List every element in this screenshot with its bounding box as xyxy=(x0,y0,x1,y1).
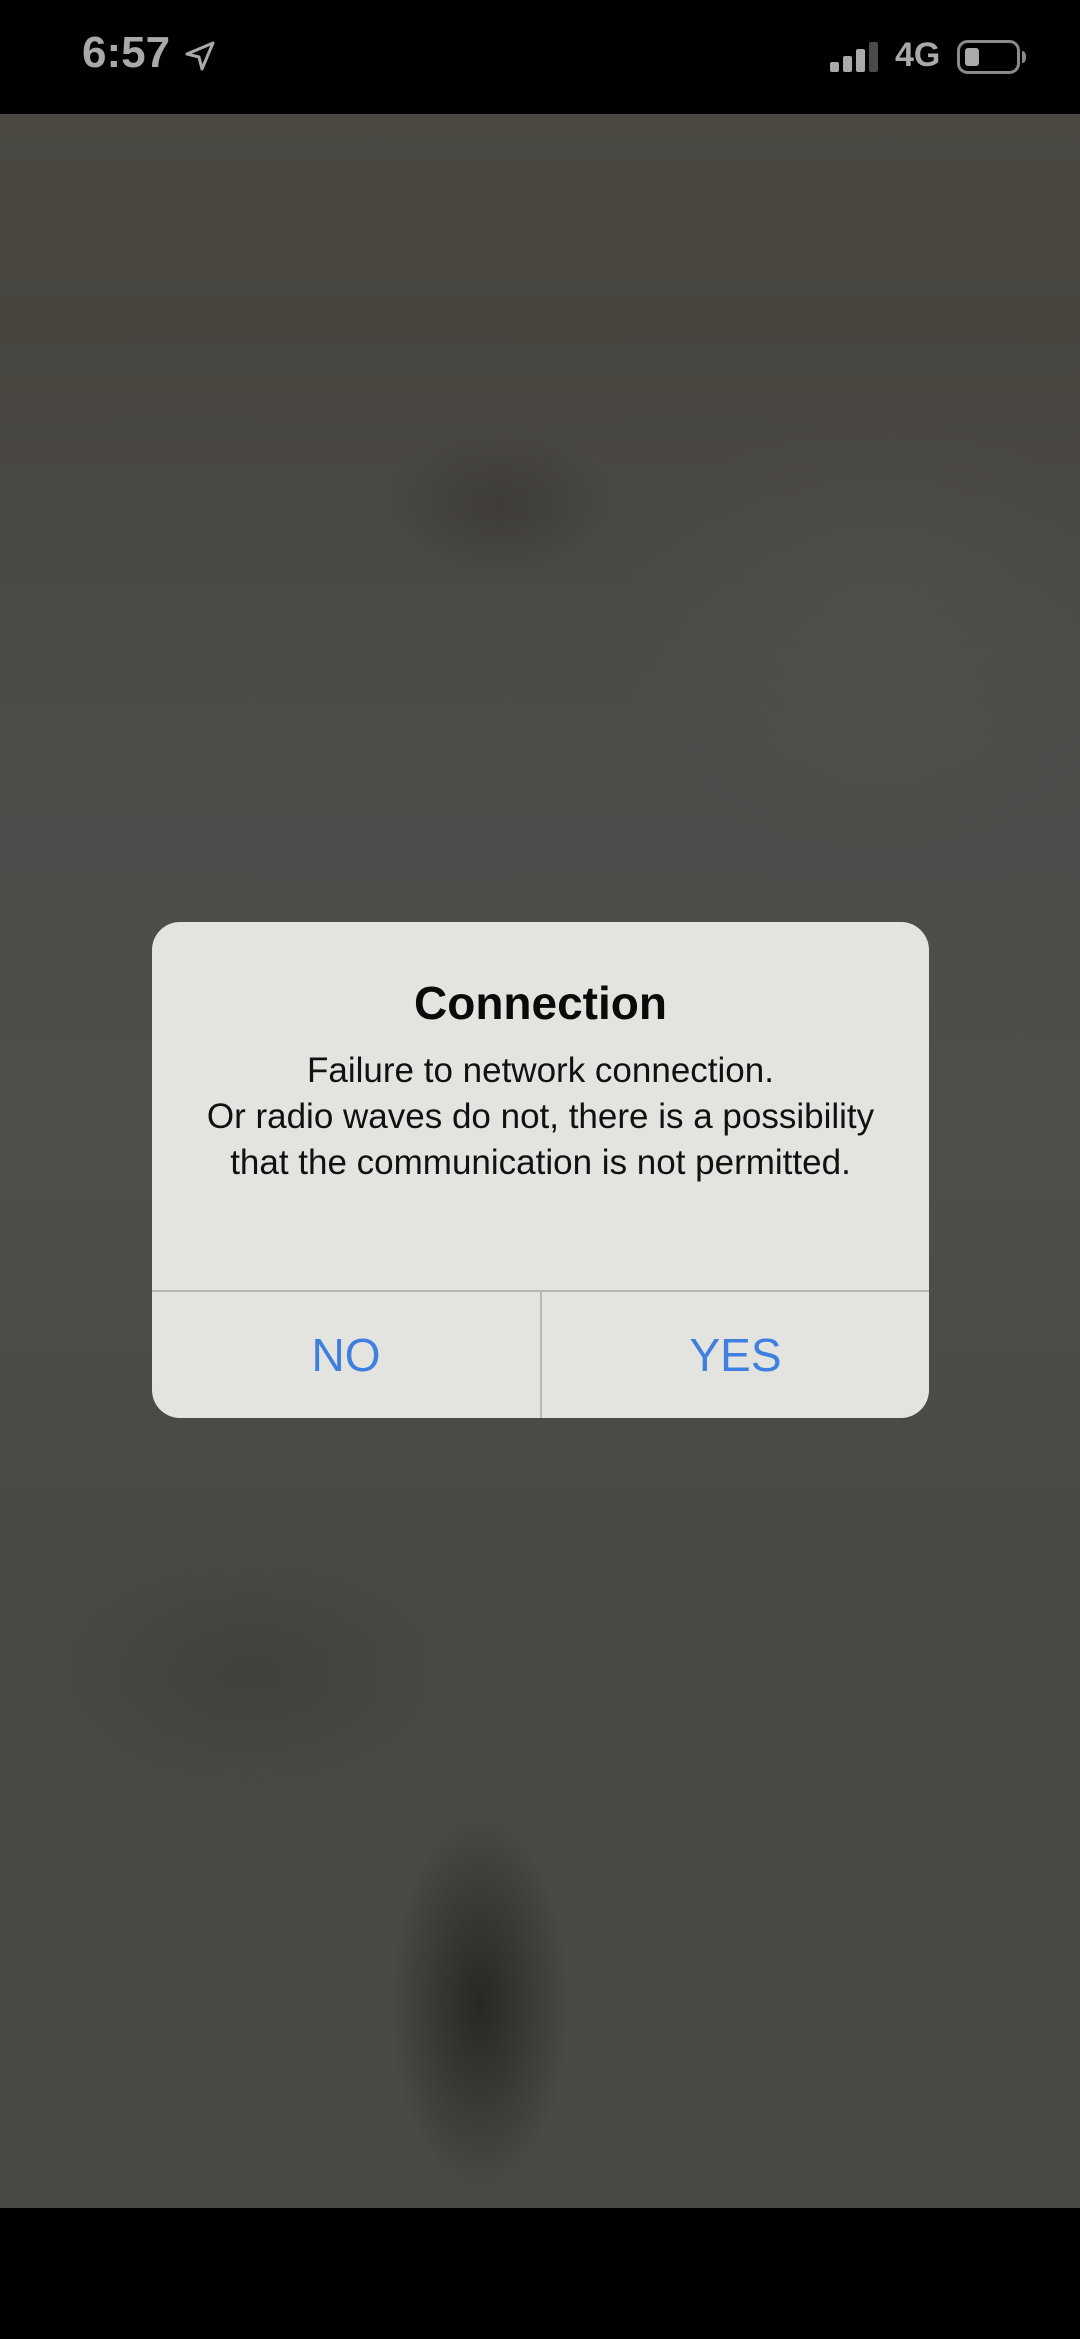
alert-body: Connection Failure to network connection… xyxy=(152,922,929,1290)
alert-title: Connection xyxy=(414,977,667,1029)
status-time: 6:57 xyxy=(82,28,171,77)
alert-message: Failure to network connection. Or radio … xyxy=(206,1051,875,1182)
connection-alert-dialog: Connection Failure to network connection… xyxy=(152,922,929,1418)
phone-screen: 6:57 4G Connection Failure to network co… xyxy=(0,0,1080,2339)
cellular-signal-icon xyxy=(830,42,878,72)
yes-button[interactable]: YES xyxy=(542,1292,929,1418)
network-type-label: 4G xyxy=(895,36,941,74)
no-button[interactable]: NO xyxy=(152,1292,540,1418)
bottom-bar xyxy=(0,2208,1080,2339)
status-bar: 6:57 4G xyxy=(0,0,1080,114)
location-arrow-icon xyxy=(185,41,215,71)
battery-icon xyxy=(957,40,1026,74)
